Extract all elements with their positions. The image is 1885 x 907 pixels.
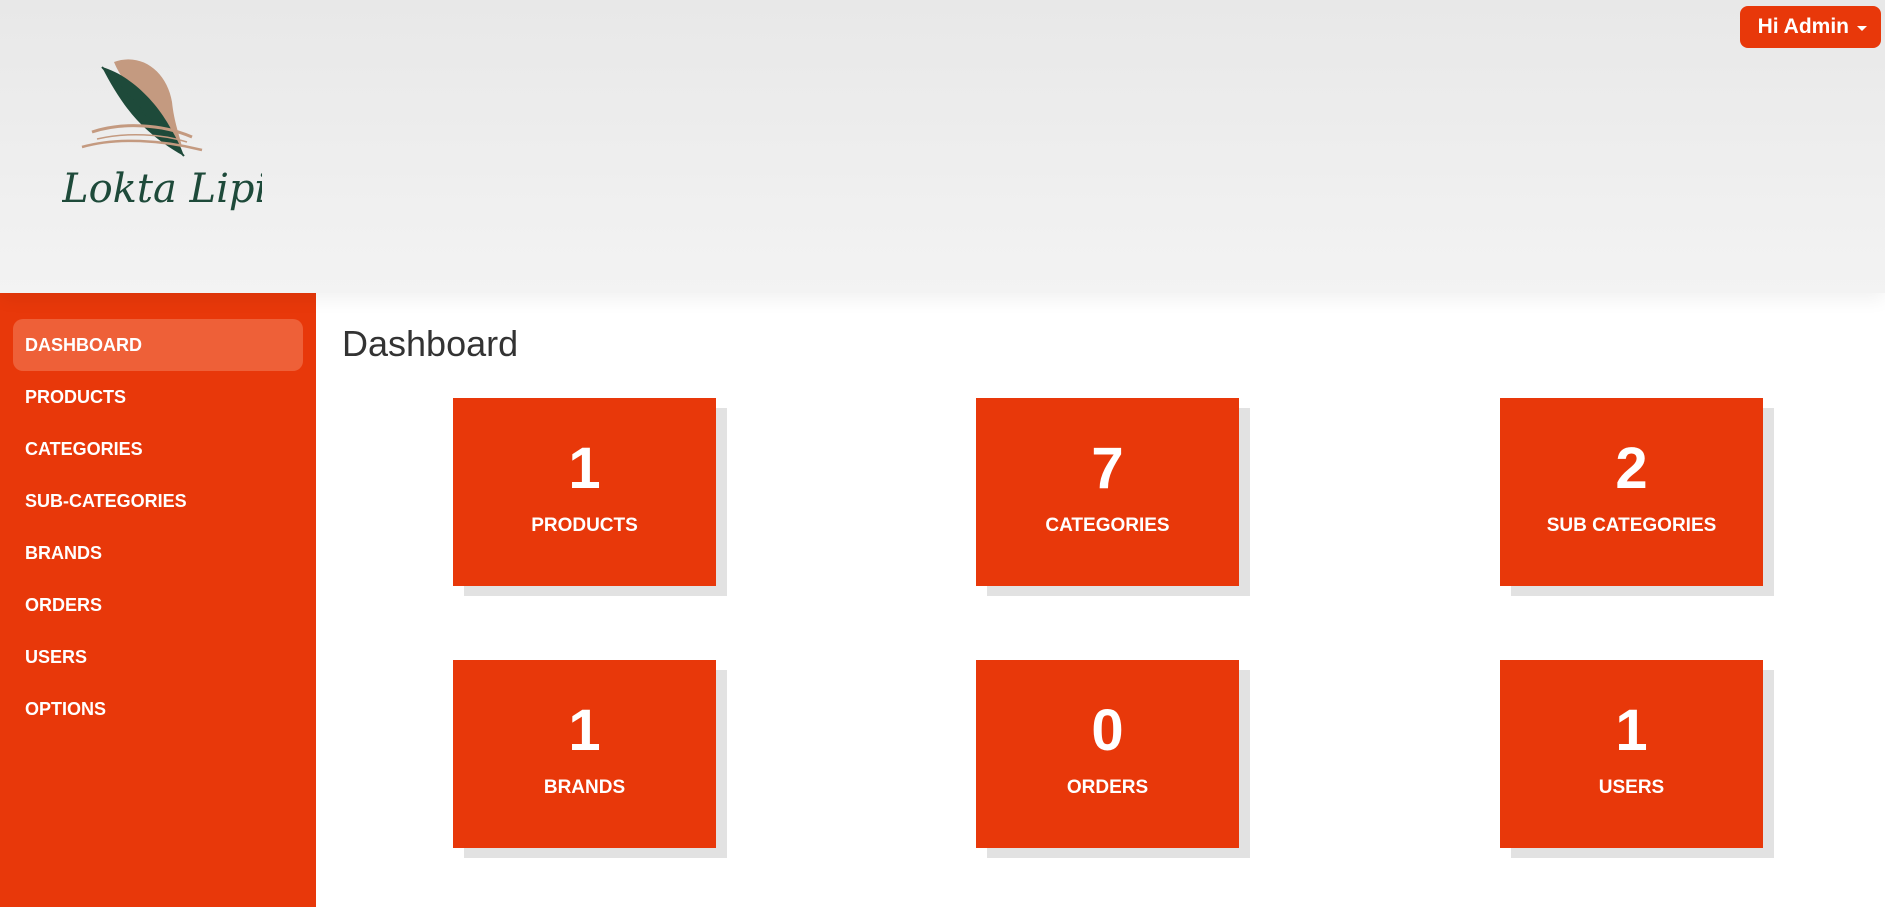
main-content: Dashboard 1 PRODUCTS 7 CATEGORIES 2 SUB … [316,293,1885,907]
stat-label: PRODUCTS [531,515,638,536]
stat-count: 0 [1091,698,1124,763]
stat-card-sub-categories[interactable]: 2 SUB CATEGORIES [1500,398,1763,586]
brand-logo[interactable]: Lokta Lipi [61,52,267,227]
stat-count: 1 [568,436,601,501]
stat-count: 1 [568,698,601,763]
stat-card-products[interactable]: 1 PRODUCTS [453,398,716,586]
user-menu-label: Hi Admin [1757,15,1849,38]
chevron-down-icon [1857,25,1867,31]
logo-text: Lokta Lipi [62,166,262,212]
sidebar-item-label: SUB-CATEGORIES [25,490,187,511]
sidebar-item-label: CATEGORIES [25,438,143,459]
sidebar-item-label: DASHBOARD [25,334,142,355]
sidebar-item-users[interactable]: USERS [13,631,303,683]
sidebar-item-label: BRANDS [25,542,103,563]
stat-count: 7 [1091,436,1124,501]
sidebar-item-orders[interactable]: ORDERS [13,579,303,631]
stat-count: 2 [1615,436,1648,501]
stat-label: USERS [1598,777,1665,798]
sidebar: DASHBOARD PRODUCTS CATEGORIES SUB-CATEGO… [0,293,316,907]
sidebar-item-products[interactable]: PRODUCTS [13,371,303,423]
sidebar-item-categories[interactable]: CATEGORIES [13,423,303,475]
sidebar-item-dashboard[interactable]: DASHBOARD [13,319,303,371]
sidebar-item-label: ORDERS [25,594,103,615]
sidebar-item-label: OPTIONS [25,698,107,719]
sidebar-item-label: USERS [25,646,88,667]
sidebar-item-sub-categories[interactable]: SUB-CATEGORIES [13,475,303,527]
stat-label: SUB CATEGORIES [1546,515,1717,536]
sidebar-item-label: PRODUCTS [25,386,127,407]
page-title: Dashboard [342,323,519,364]
sidebar-item-brands[interactable]: BRANDS [13,527,303,579]
stat-count: 1 [1615,698,1648,763]
sidebar-item-options[interactable]: OPTIONS [13,683,303,735]
stat-card-categories[interactable]: 7 CATEGORIES [976,398,1239,586]
stat-card-users[interactable]: 1 USERS [1500,660,1763,848]
stat-label: BRANDS [543,777,626,798]
stat-label: CATEGORIES [1045,515,1170,536]
stat-card-orders[interactable]: 0 ORDERS [976,660,1239,848]
top-header: Lokta Lipi Hi Admin [0,0,1885,293]
user-menu-button[interactable]: Hi Admin [1739,6,1881,48]
stat-label: ORDERS [1066,777,1149,798]
stat-card-brands[interactable]: 1 BRANDS [453,660,716,848]
